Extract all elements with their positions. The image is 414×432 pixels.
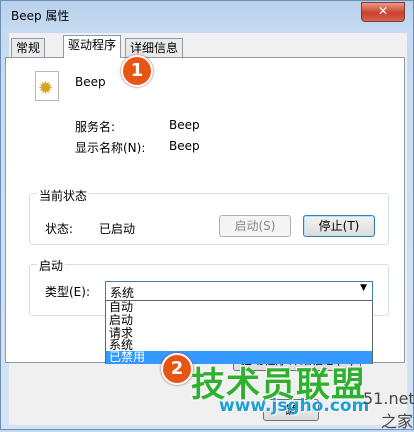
step-badge-2: 2: [161, 353, 193, 385]
tab-general[interactable]: 常规: [11, 38, 46, 58]
start-button[interactable]: 启动(S): [219, 215, 291, 237]
service-name-value: Beep: [169, 118, 200, 132]
startup-type-value: 系统: [110, 286, 135, 300]
watermark-url: www.jsgho.com: [219, 396, 370, 416]
step-badge-1: 1: [121, 55, 153, 87]
status-group-title: 当前状态: [37, 187, 90, 204]
gear-icon: ✹: [35, 71, 59, 101]
service-name-label: 服务名:: [75, 120, 116, 134]
stop-button[interactable]: 停止(T): [303, 215, 375, 237]
status-label: 状态:: [45, 222, 74, 236]
chevron-down-icon: ▼: [360, 283, 367, 293]
close-button[interactable]: ✕: [361, 2, 405, 22]
startup-group-title: 启动: [37, 257, 66, 274]
option-auto[interactable]: 自动: [106, 301, 372, 314]
startup-type-select[interactable]: 系统 ▼: [105, 281, 373, 301]
close-icon: ✕: [377, 4, 389, 18]
display-name-value: Beep: [169, 139, 200, 153]
startup-type-label: 类型(E):: [45, 285, 90, 299]
status-value: 已启动: [99, 222, 136, 236]
properties-window: Beep 属性 ✕ 常规 驱动程序 详细信息 1 ✹ Beep 服务名: Bee…: [0, 0, 414, 431]
watermark-side-text-2: 之家: [381, 412, 414, 431]
watermark-side-text: 51.net: [363, 389, 414, 408]
display-name-label: 显示名称(N):: [75, 141, 146, 155]
window-title: Beep 属性: [11, 9, 70, 23]
option-boot[interactable]: 启动: [106, 314, 372, 327]
startup-type-dropdown: 自动 启动 请求 系统 已禁用: [105, 300, 373, 364]
tab-driver[interactable]: 驱动程序: [63, 35, 122, 58]
driver-name: Beep: [75, 75, 106, 89]
